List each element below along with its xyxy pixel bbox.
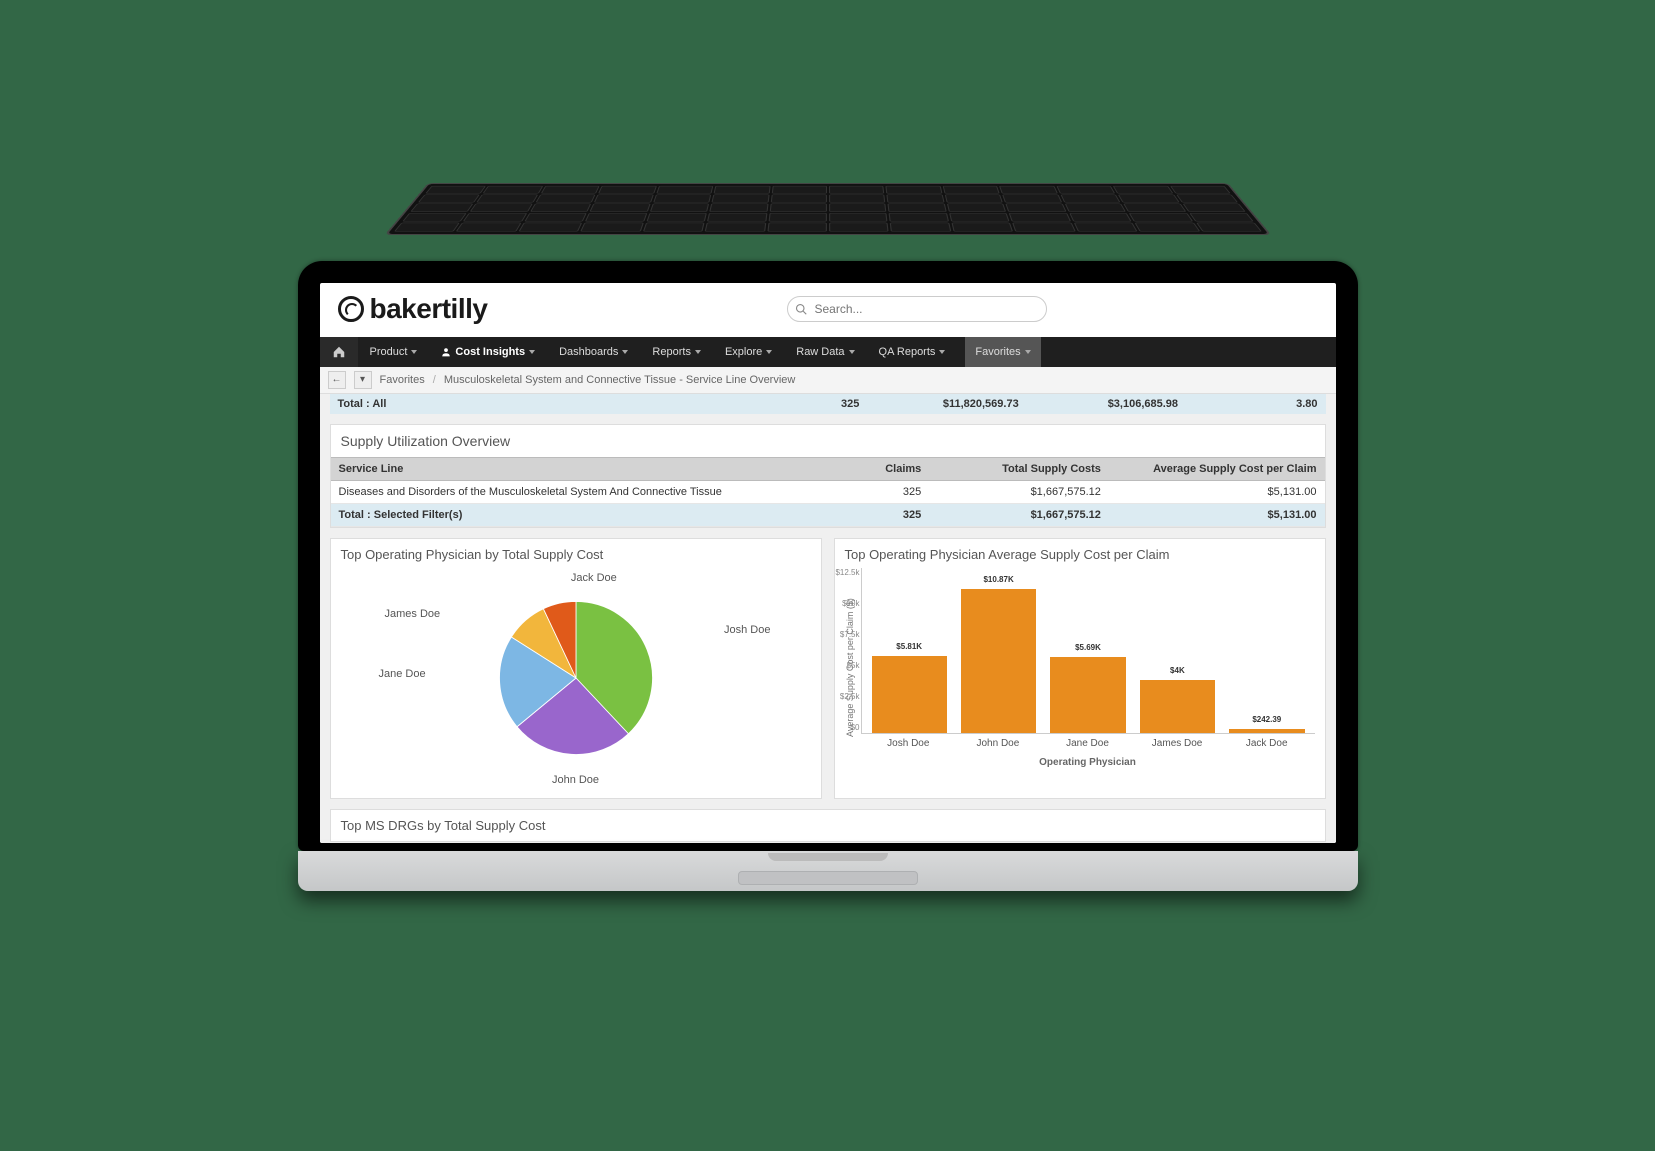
trackpad — [738, 871, 918, 885]
keyboard — [384, 183, 1271, 235]
summary-label: Total : All — [330, 394, 788, 414]
supply-total-avg: $5,131.00 — [1109, 504, 1325, 526]
summary-table: Total : All 325 $11,820,569.73 $3,106,68… — [330, 394, 1326, 414]
chevron-down-icon — [766, 350, 772, 354]
pie-label-jack: Jack Doe — [571, 572, 617, 584]
supply-row[interactable]: Diseases and Disorders of the Musculoske… — [331, 481, 1325, 504]
bar-josh-doe[interactable]: $5.81K — [872, 656, 947, 733]
bar-chart[interactable]: Average Supply Cost per Claim ($) $12.5k… — [845, 568, 1315, 768]
main-nav: Product Cost Insights Dashboards Reports… — [320, 337, 1336, 367]
pie-chart[interactable]: Jack Doe Josh Doe John Doe Jane Doe Jame… — [341, 568, 811, 788]
bar-james-doe[interactable]: $4K — [1140, 680, 1215, 733]
laptop-frame: bakertilly Product Cost Insights Dashboa… — [298, 261, 1358, 891]
bar-john-doe[interactable]: $10.87K — [961, 589, 1036, 732]
bar-y-ticks: $12.5k $10k $7.5k $5k $2.5k $0 — [826, 568, 860, 733]
nav-product[interactable]: Product — [358, 337, 430, 367]
pie-title: Top Operating Physician by Total Supply … — [341, 547, 811, 562]
pie-label-john: John Doe — [552, 774, 599, 786]
top-bar: bakertilly — [320, 283, 1336, 337]
nav-raw-data[interactable]: Raw Data — [784, 337, 866, 367]
chevron-down-icon — [622, 350, 628, 354]
drg-card-title: Top MS DRGs by Total Supply Cost — [330, 809, 1326, 842]
bar-jack-doe[interactable]: $242.39 — [1229, 729, 1304, 732]
supply-row-total: $1,667,575.12 — [929, 481, 1109, 503]
bar-title: Top Operating Physician Average Supply C… — [845, 547, 1315, 562]
nav-qa-reports[interactable]: QA Reports — [867, 337, 958, 367]
sub-toolbar: ← ▾ Favorites / Musculoskeletal System a… — [320, 367, 1336, 394]
pie-card: Top Operating Physician by Total Supply … — [330, 538, 822, 799]
user-icon — [441, 347, 451, 357]
content-area: Total : All 325 $11,820,569.73 $3,106,68… — [320, 394, 1336, 843]
summary-claims: 325 — [788, 394, 868, 414]
chevron-down-icon — [1025, 350, 1031, 354]
supply-header-service-line[interactable]: Service Line — [331, 458, 810, 480]
chevron-down-icon — [849, 350, 855, 354]
supply-total-row: Total : Selected Filter(s) 325 $1,667,57… — [331, 504, 1325, 527]
summary-col2: $11,820,569.73 — [867, 394, 1026, 414]
options-button[interactable]: ▾ — [354, 371, 372, 389]
supply-row-claims: 325 — [810, 481, 930, 503]
pie-svg — [491, 593, 661, 763]
supply-header-avg[interactable]: Average Supply Cost per Claim — [1109, 458, 1325, 480]
screen-bezel: bakertilly Product Cost Insights Dashboa… — [298, 261, 1358, 851]
supply-panel-title: Supply Utilization Overview — [331, 425, 1325, 457]
breadcrumb-page: Musculoskeletal System and Connective Ti… — [444, 374, 796, 386]
nav-favorites[interactable]: Favorites — [965, 337, 1040, 367]
bar-card: Top Operating Physician Average Supply C… — [834, 538, 1326, 799]
chevron-down-icon — [529, 350, 535, 354]
supply-header-total[interactable]: Total Supply Costs — [929, 458, 1109, 480]
chevron-down-icon — [695, 350, 701, 354]
search-input[interactable] — [787, 296, 1047, 322]
app-screen: bakertilly Product Cost Insights Dashboa… — [320, 283, 1336, 843]
nav-home[interactable] — [320, 337, 358, 367]
logo-mark-icon — [338, 296, 364, 322]
chevron-down-icon — [939, 350, 945, 354]
summary-total-row: Total : All 325 $11,820,569.73 $3,106,68… — [330, 394, 1326, 414]
summary-col4: 3.80 — [1186, 394, 1325, 414]
nav-reports[interactable]: Reports — [640, 337, 713, 367]
search-icon — [795, 303, 807, 315]
pie-label-josh: Josh Doe — [724, 624, 770, 636]
charts-row: Top Operating Physician by Total Supply … — [330, 538, 1326, 799]
pie-label-james: James Doe — [385, 608, 441, 620]
home-icon — [332, 345, 346, 359]
bar-x-labels: Josh DoeJohn DoeJane DoeJames DoeJack Do… — [861, 734, 1315, 749]
breadcrumb-root[interactable]: Favorites — [380, 374, 425, 386]
pie-label-jane: Jane Doe — [379, 668, 426, 680]
chevron-down-icon — [411, 350, 417, 354]
supply-row-avg: $5,131.00 — [1109, 481, 1325, 503]
supply-row-name: Diseases and Disorders of the Musculoske… — [331, 481, 810, 503]
supply-total-claims: 325 — [810, 504, 930, 526]
bar-grid: $12.5k $10k $7.5k $5k $2.5k $0 $5.81K$10… — [861, 568, 1315, 734]
bar-plot: $12.5k $10k $7.5k $5k $2.5k $0 $5.81K$10… — [861, 568, 1315, 768]
nav-dashboards[interactable]: Dashboards — [547, 337, 640, 367]
search-wrap — [787, 296, 1047, 322]
supply-panel: Supply Utilization Overview Service Line… — [330, 424, 1326, 528]
supply-header: Service Line Claims Total Supply Costs A… — [331, 457, 1325, 481]
bars-container: $5.81K$10.87K$5.69K $4K $242.39 — [862, 568, 1315, 733]
supply-header-claims[interactable]: Claims — [810, 458, 930, 480]
nav-explore[interactable]: Explore — [713, 337, 784, 367]
bar-jane-doe[interactable]: $5.69K — [1050, 657, 1125, 732]
supply-total-name: Total : Selected Filter(s) — [331, 504, 810, 526]
summary-col3: $3,106,685.98 — [1027, 394, 1186, 414]
nav-cost-insights[interactable]: Cost Insights — [429, 337, 547, 367]
supply-total-total: $1,667,575.12 — [929, 504, 1109, 526]
brand-logo: bakertilly — [338, 293, 488, 325]
logo-text: bakertilly — [370, 293, 488, 325]
back-button[interactable]: ← — [328, 371, 346, 389]
bar-x-title: Operating Physician — [861, 757, 1315, 768]
breadcrumb-separator: / — [433, 374, 436, 386]
laptop-deck — [298, 851, 1358, 891]
